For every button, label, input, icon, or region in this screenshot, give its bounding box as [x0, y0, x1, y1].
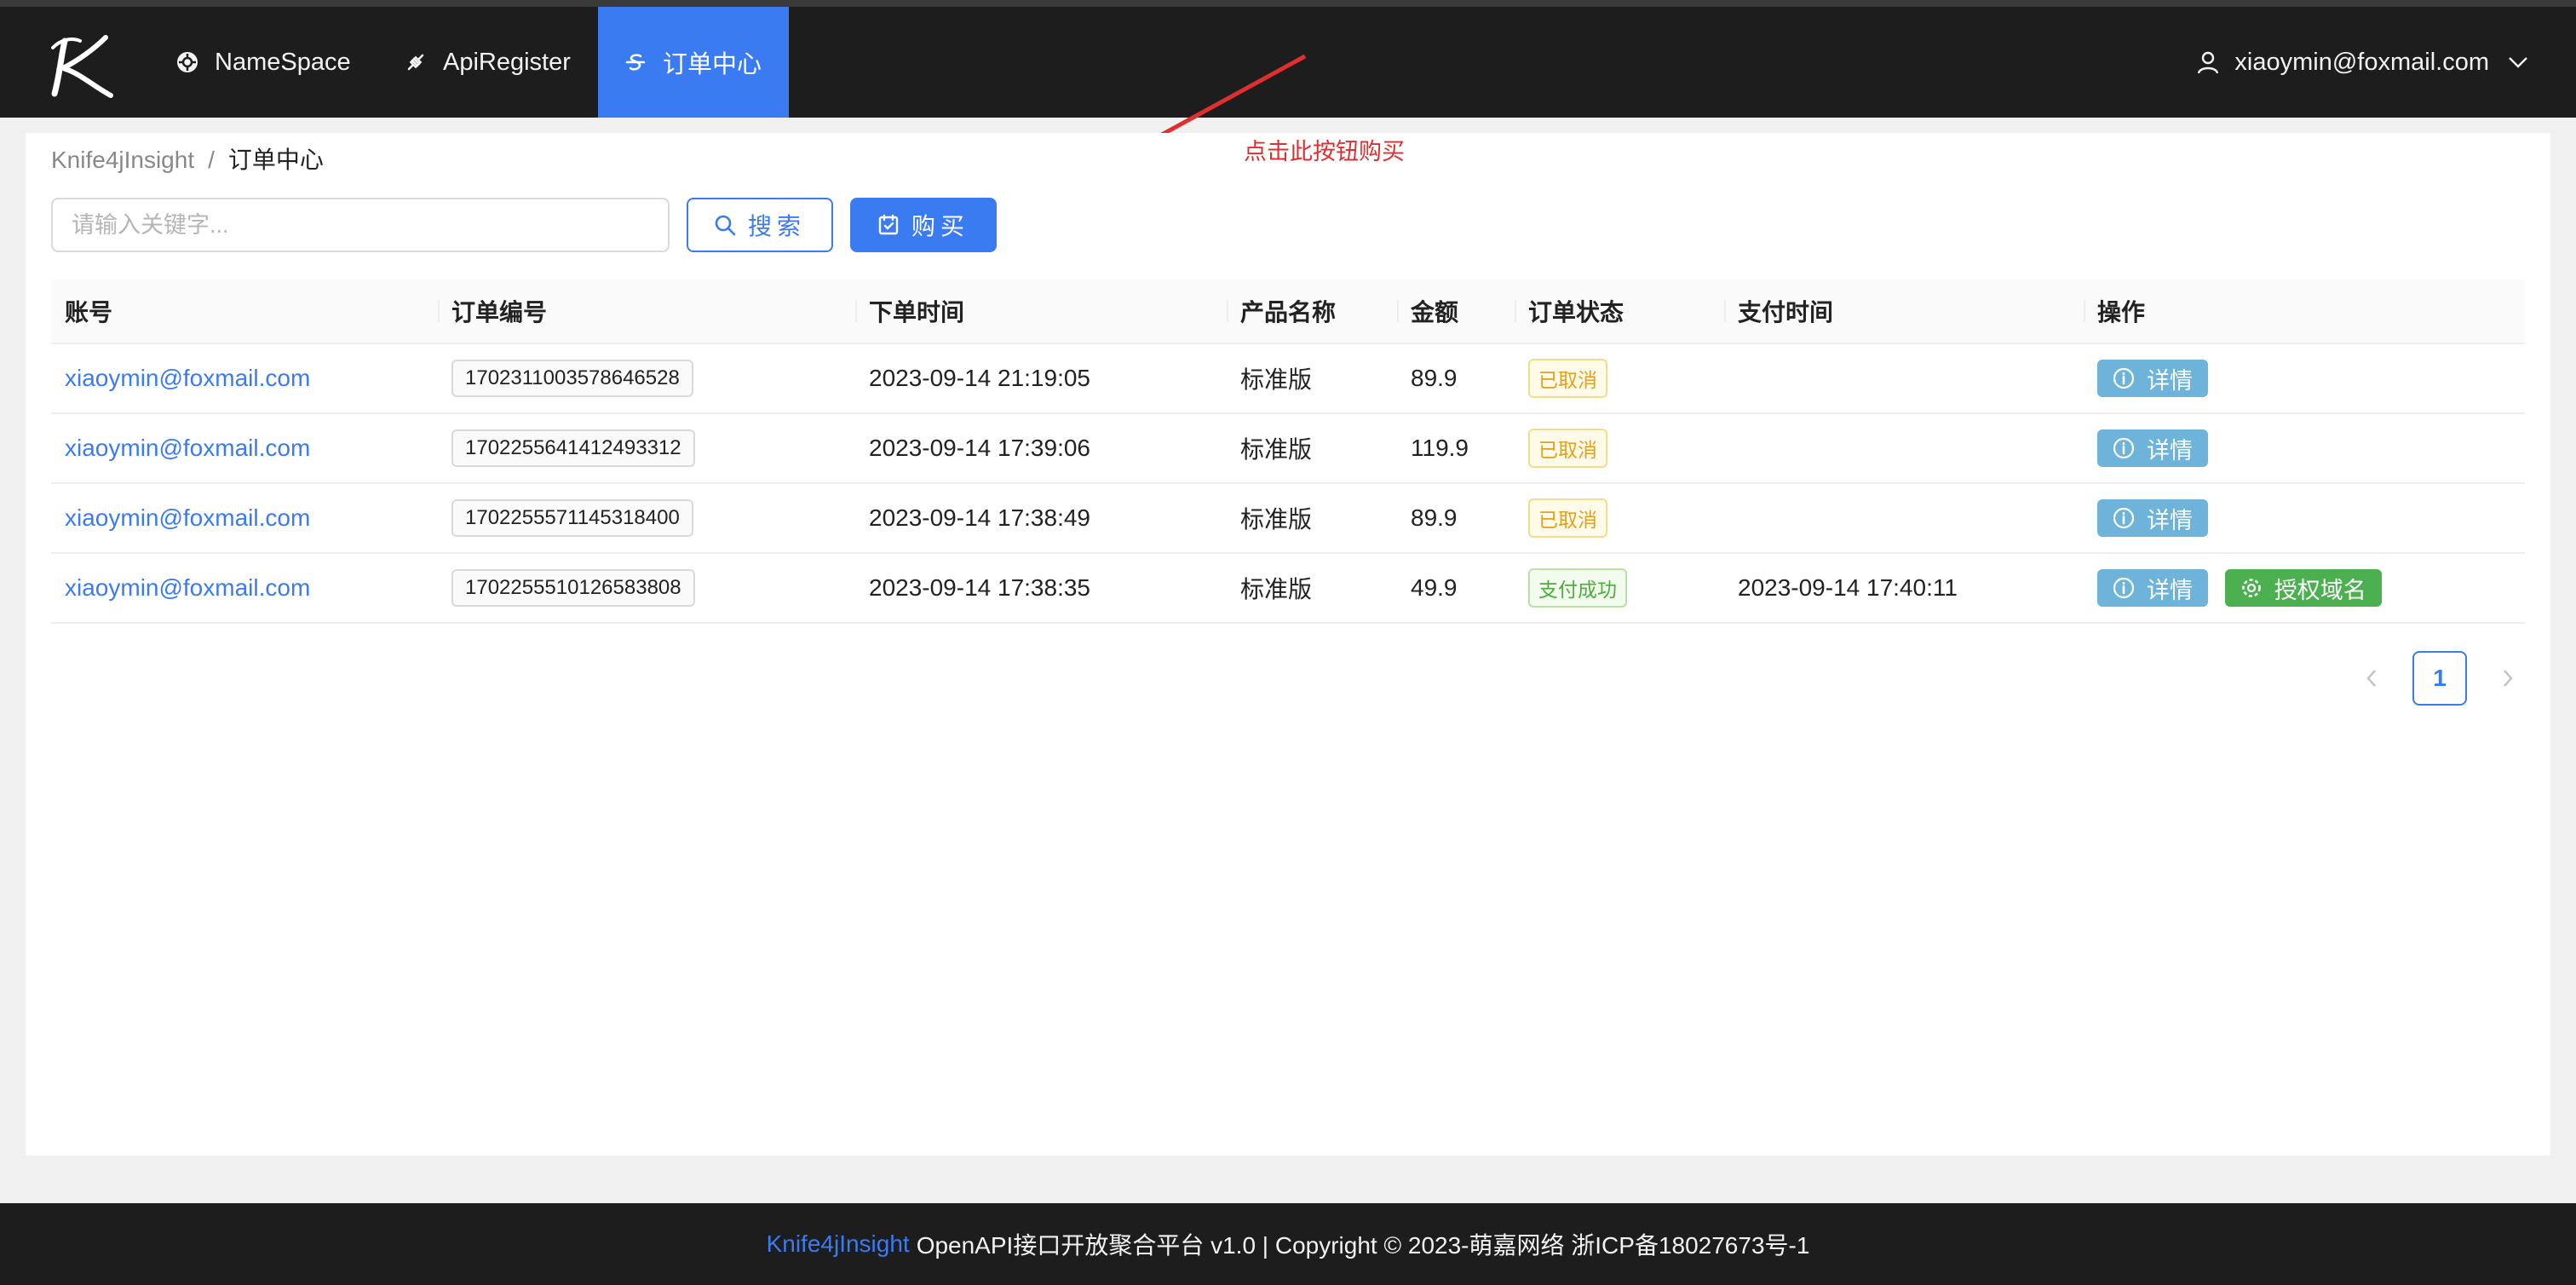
breadcrumb: Knife4jInsight / 订单中心	[51, 141, 324, 176]
nav-item-apiregister[interactable]: ApiRegister	[404, 7, 571, 118]
table-row: xiaoymin@foxmail.com 1702255571145318400…	[51, 483, 2525, 554]
order-number: 1702255641412493312	[451, 429, 695, 467]
footer-text: OpenAPI接口开放聚合平台 v1.0 | Copyright © 2023-…	[916, 1232, 1810, 1259]
column-header-order-time: 下单时间	[855, 279, 1227, 344]
nav-item-namespace[interactable]: NameSpace	[175, 7, 351, 118]
detail-button[interactable]: 详情	[2097, 569, 2208, 607]
pay-time	[1724, 483, 2084, 554]
amount: 49.9	[1397, 553, 1515, 624]
search-button[interactable]: 搜索	[687, 198, 833, 252]
detail-button-label: 详情	[2147, 507, 2193, 533]
column-header-account: 账号	[51, 279, 438, 344]
search-icon	[715, 215, 736, 236]
amount: 119.9	[1397, 413, 1515, 484]
orders-table: 账号 订单编号 下单时间 产品名称 金额 订单状态 支付时间 操作 xiaoym…	[51, 279, 2525, 624]
column-header-product: 产品名称	[1227, 279, 1397, 344]
buy-button[interactable]: 购买	[850, 198, 997, 252]
knife4j-logo[interactable]	[46, 29, 119, 102]
order-number: 1702255571145318400	[451, 499, 693, 537]
amount: 89.9	[1397, 483, 1515, 554]
amount: 89.9	[1397, 343, 1515, 414]
prev-page-button[interactable]	[2355, 651, 2389, 706]
account-link[interactable]: xiaoymin@foxmail.com	[65, 435, 310, 461]
info-icon	[2113, 437, 2135, 459]
pay-time	[1724, 343, 2084, 414]
footer-brand-link[interactable]: Knife4jInsight	[767, 1230, 910, 1258]
gear-icon	[2241, 579, 2261, 597]
detail-button-label: 详情	[2147, 437, 2193, 464]
authorize-domain-label: 授权域名	[2274, 577, 2366, 603]
chevron-right-icon	[2504, 670, 2513, 687]
namespace-icon	[177, 52, 198, 72]
product-name: 标准版	[1227, 413, 1397, 484]
user-menu[interactable]: xiaoymin@foxmail.com	[2197, 7, 2528, 118]
info-icon	[2113, 577, 2135, 599]
order-time: 2023-09-14 21:19:05	[855, 343, 1227, 414]
authorize-domain-button[interactable]: 授权域名	[2224, 569, 2382, 607]
top-navbar: NameSpace ApiRegister 订单中心 xiaoymin@foxm…	[0, 0, 2576, 118]
footer: Knife4jInsight OpenAPI接口开放聚合平台 v1.0 | Co…	[0, 1203, 2576, 1285]
info-icon	[2113, 507, 2135, 529]
column-header-status: 订单状态	[1515, 279, 1724, 344]
product-name: 标准版	[1227, 553, 1397, 624]
page-number[interactable]: 1	[2412, 651, 2467, 706]
search-button-label: 搜索	[747, 213, 806, 239]
pay-time: 2023-09-14 17:40:11	[1724, 553, 2084, 624]
buy-button-label: 购买	[911, 213, 969, 239]
detail-button[interactable]: 详情	[2097, 360, 2208, 397]
detail-button-label: 详情	[2147, 577, 2193, 603]
chevron-down-icon	[2509, 57, 2527, 68]
nav-label-apiregister: ApiRegister	[443, 48, 571, 76]
status-badge: 已取消	[1528, 359, 1607, 398]
account-link[interactable]: xiaoymin@foxmail.com	[65, 504, 310, 531]
column-header-amount: 金额	[1397, 279, 1515, 344]
status-badge: 已取消	[1528, 429, 1607, 468]
next-page-button[interactable]	[2491, 651, 2525, 706]
status-badge: 已取消	[1528, 498, 1607, 538]
table-row: xiaoymin@foxmail.com 1702311003578646528…	[51, 343, 2525, 414]
product-name: 标准版	[1227, 483, 1397, 554]
order-time: 2023-09-14 17:38:49	[855, 483, 1227, 554]
breadcrumb-current: 订单中心	[227, 147, 324, 173]
pay-time	[1724, 413, 2084, 484]
nav-item-order-center[interactable]: 订单中心	[598, 7, 789, 118]
column-header-order-no: 订单编号	[438, 279, 855, 344]
nav-label-order-center: 订单中心	[663, 51, 762, 78]
status-badge: 支付成功	[1528, 568, 1627, 608]
chevron-left-icon	[2366, 670, 2376, 687]
order-time: 2023-09-14 17:38:35	[855, 553, 1227, 624]
table-row: xiaoymin@foxmail.com 1702255641412493312…	[51, 413, 2525, 484]
api-icon	[407, 54, 424, 71]
column-header-pay-time: 支付时间	[1724, 279, 2084, 344]
table-header-row: 账号 订单编号 下单时间 产品名称 金额 订单状态 支付时间 操作	[51, 279, 2525, 344]
account-link[interactable]: xiaoymin@foxmail.com	[65, 574, 310, 601]
column-header-actions: 操作	[2084, 279, 2525, 344]
search-input[interactable]	[51, 198, 670, 252]
breadcrumb-root[interactable]: Knife4jInsight	[51, 147, 194, 173]
detail-button[interactable]: 详情	[2097, 499, 2208, 537]
order-time: 2023-09-14 17:39:06	[855, 413, 1227, 484]
buy-icon	[878, 214, 899, 235]
info-icon	[2113, 367, 2135, 389]
table-row: xiaoymin@foxmail.com 1702255510126583808…	[51, 553, 2525, 624]
order-icon	[625, 54, 646, 71]
order-number: 1702255510126583808	[451, 569, 695, 607]
nav-label-namespace: NameSpace	[215, 48, 351, 76]
pagination: 1	[2355, 651, 2525, 706]
product-name: 标准版	[1227, 343, 1397, 414]
user-icon	[2198, 51, 2219, 74]
detail-button[interactable]: 详情	[2097, 429, 2208, 467]
order-number: 1702311003578646528	[451, 360, 693, 397]
detail-button-label: 详情	[2147, 367, 2193, 394]
account-link[interactable]: xiaoymin@foxmail.com	[65, 365, 310, 391]
annotation-text: 点击此按钮购买	[1244, 139, 1405, 164]
main-content: Knife4jInsight / 订单中心 点击此按钮购买 搜索 购买 账号 订单编…	[26, 133, 2550, 1155]
user-email: xiaoymin@foxmail.com	[2234, 48, 2489, 76]
breadcrumb-separator: /	[208, 147, 215, 173]
